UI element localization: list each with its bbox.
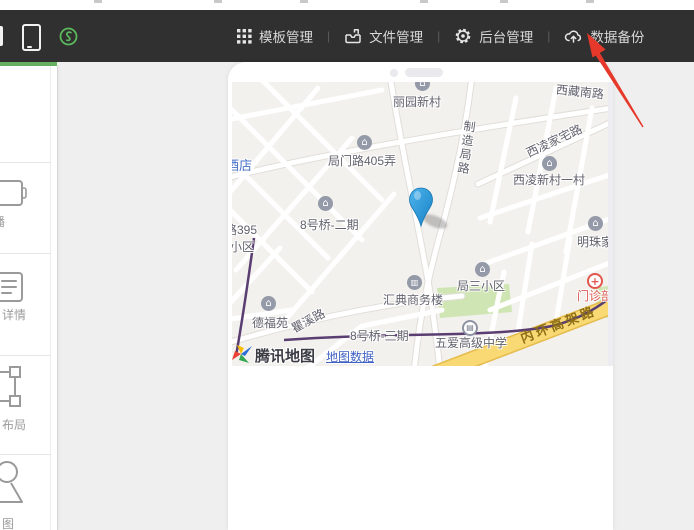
menu-label: 数据备份 bbox=[590, 26, 644, 46]
menu-label: 后台管理 bbox=[479, 26, 533, 46]
detail-doc-icon[interactable] bbox=[0, 271, 26, 303]
menu-file-manage[interactable]: 文件管理 bbox=[344, 26, 423, 46]
map-label: 明珠家园 bbox=[577, 233, 608, 250]
sidebar-separator bbox=[0, 162, 51, 163]
map-label: 小区 bbox=[232, 238, 254, 255]
sidebar-separator bbox=[0, 454, 51, 455]
grid-icon bbox=[237, 29, 252, 44]
map-label: 8号桥-二期 bbox=[300, 216, 359, 233]
sidebar-item-map[interactable]: 图 bbox=[2, 515, 14, 530]
map-label: 局门路405弄 bbox=[328, 152, 396, 169]
sidebar-separator bbox=[0, 355, 51, 356]
poi-home-icon bbox=[261, 296, 276, 311]
app-screen: 模板管理 | 文件管理 | bbox=[0, 0, 694, 530]
poi-home-icon bbox=[318, 196, 333, 211]
tencent-map-logo bbox=[232, 343, 252, 365]
map-label: 汇典商务楼 bbox=[383, 291, 443, 308]
poi-building-icon bbox=[407, 275, 422, 290]
map-label: 路395 bbox=[232, 221, 257, 238]
sidebar-item-layout[interactable]: 布局 bbox=[2, 416, 26, 433]
map-label: 五爱高级中学 bbox=[435, 334, 507, 351]
sidebar-item-carousel[interactable]: 播 bbox=[0, 213, 5, 230]
map-label: 8号桥-三期 bbox=[350, 327, 409, 344]
carousel-icon[interactable] bbox=[0, 178, 28, 208]
poi-home-icon bbox=[588, 216, 603, 231]
sidebar-separator bbox=[0, 253, 51, 254]
phone-camera-dot bbox=[390, 69, 398, 77]
cloud-upload-icon bbox=[564, 27, 583, 45]
sidebar-divider bbox=[50, 66, 51, 530]
tencent-map-widget[interactable]: 丽园新村 西藏南路 制造局路 西凌家宅路 西凌新村一村 明珠家园 局门路405弄… bbox=[232, 82, 608, 366]
map-label: 丽园新村 bbox=[393, 93, 441, 110]
file-icon bbox=[344, 27, 362, 45]
map-brand-text: 腾讯地图 bbox=[255, 345, 315, 366]
mobile-preview-icon[interactable] bbox=[22, 24, 41, 51]
mobile-preview-frame: 丽园新村 西藏南路 制造局路 西凌家宅路 西凌新村一村 明珠家园 局门路405弄… bbox=[228, 62, 613, 530]
poi-home-icon bbox=[542, 156, 557, 171]
clipped-device-icon bbox=[0, 26, 3, 46]
map-label: 德福苑 bbox=[252, 314, 288, 331]
gear-icon bbox=[454, 27, 472, 45]
link-icon[interactable] bbox=[59, 27, 78, 46]
poi-home-icon bbox=[357, 135, 372, 150]
widget-sidebar: 播 详情 布局 图 bbox=[0, 66, 58, 530]
preview-scroll-strip[interactable] bbox=[608, 82, 613, 366]
menu-data-backup[interactable]: 数据备份 bbox=[564, 26, 644, 46]
layout-flow-icon[interactable] bbox=[0, 364, 30, 410]
map-label: 局三小区 bbox=[457, 277, 505, 294]
menu-separator: | bbox=[327, 29, 330, 43]
browser-edge-artifacts bbox=[0, 0, 694, 10]
map-marker-pin bbox=[408, 186, 434, 230]
menu-separator: | bbox=[437, 29, 440, 43]
phone-speaker bbox=[405, 68, 443, 77]
map-label: 西凌新村一村 bbox=[513, 171, 585, 188]
menu-separator: | bbox=[547, 29, 550, 43]
map-label-hotel: 酒店 bbox=[232, 155, 252, 174]
editor-topbar: 模板管理 | 文件管理 | bbox=[0, 10, 694, 62]
sidebar-item-detail[interactable]: 详情 bbox=[2, 306, 26, 323]
map-data-link[interactable]: 地图数据 bbox=[326, 348, 374, 365]
topbar-menu: 模板管理 | 文件管理 | bbox=[237, 10, 644, 62]
menu-label: 文件管理 bbox=[369, 26, 423, 46]
menu-label: 模板管理 bbox=[259, 26, 313, 46]
map-person-icon[interactable] bbox=[0, 458, 30, 506]
menu-backend-manage[interactable]: 后台管理 bbox=[454, 26, 533, 46]
poi-home-icon bbox=[475, 262, 490, 277]
menu-template-manage[interactable]: 模板管理 bbox=[237, 26, 313, 46]
